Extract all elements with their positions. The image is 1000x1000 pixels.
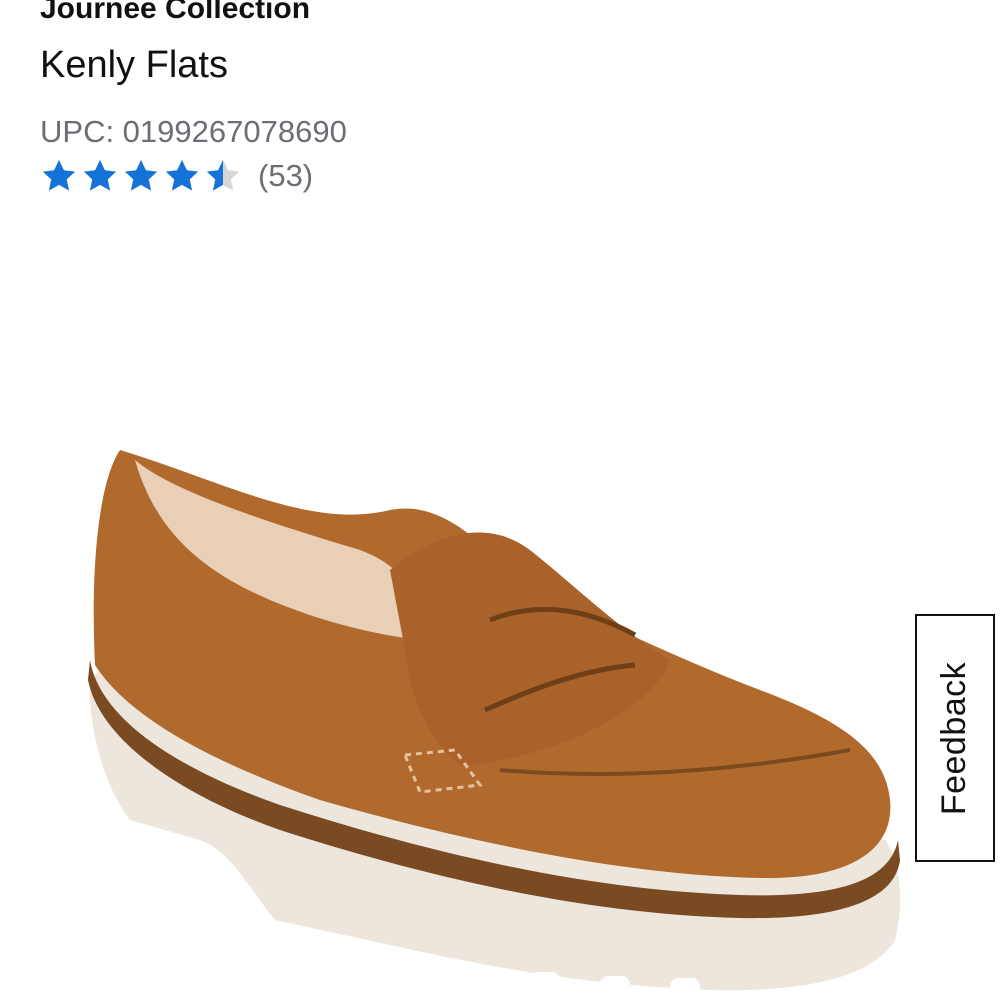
half-star-icon: [206, 159, 240, 191]
brand-name[interactable]: Journee Collection: [40, 0, 310, 26]
rating-row[interactable]: (53): [40, 156, 313, 196]
feedback-label: Feedback: [935, 661, 974, 815]
upc-label: UPC: 0199267078690: [40, 114, 347, 149]
loafer-shoe-image[interactable]: [60, 420, 940, 1000]
feedback-button[interactable]: Feedback: [915, 614, 995, 862]
product-title: Kenly Flats: [40, 44, 228, 86]
star-icon: [83, 159, 117, 191]
review-count[interactable]: (53): [258, 158, 313, 194]
star-rating: [40, 157, 242, 195]
star-icon: [165, 159, 199, 191]
star-icon: [42, 159, 76, 191]
star-icon: [124, 159, 158, 191]
